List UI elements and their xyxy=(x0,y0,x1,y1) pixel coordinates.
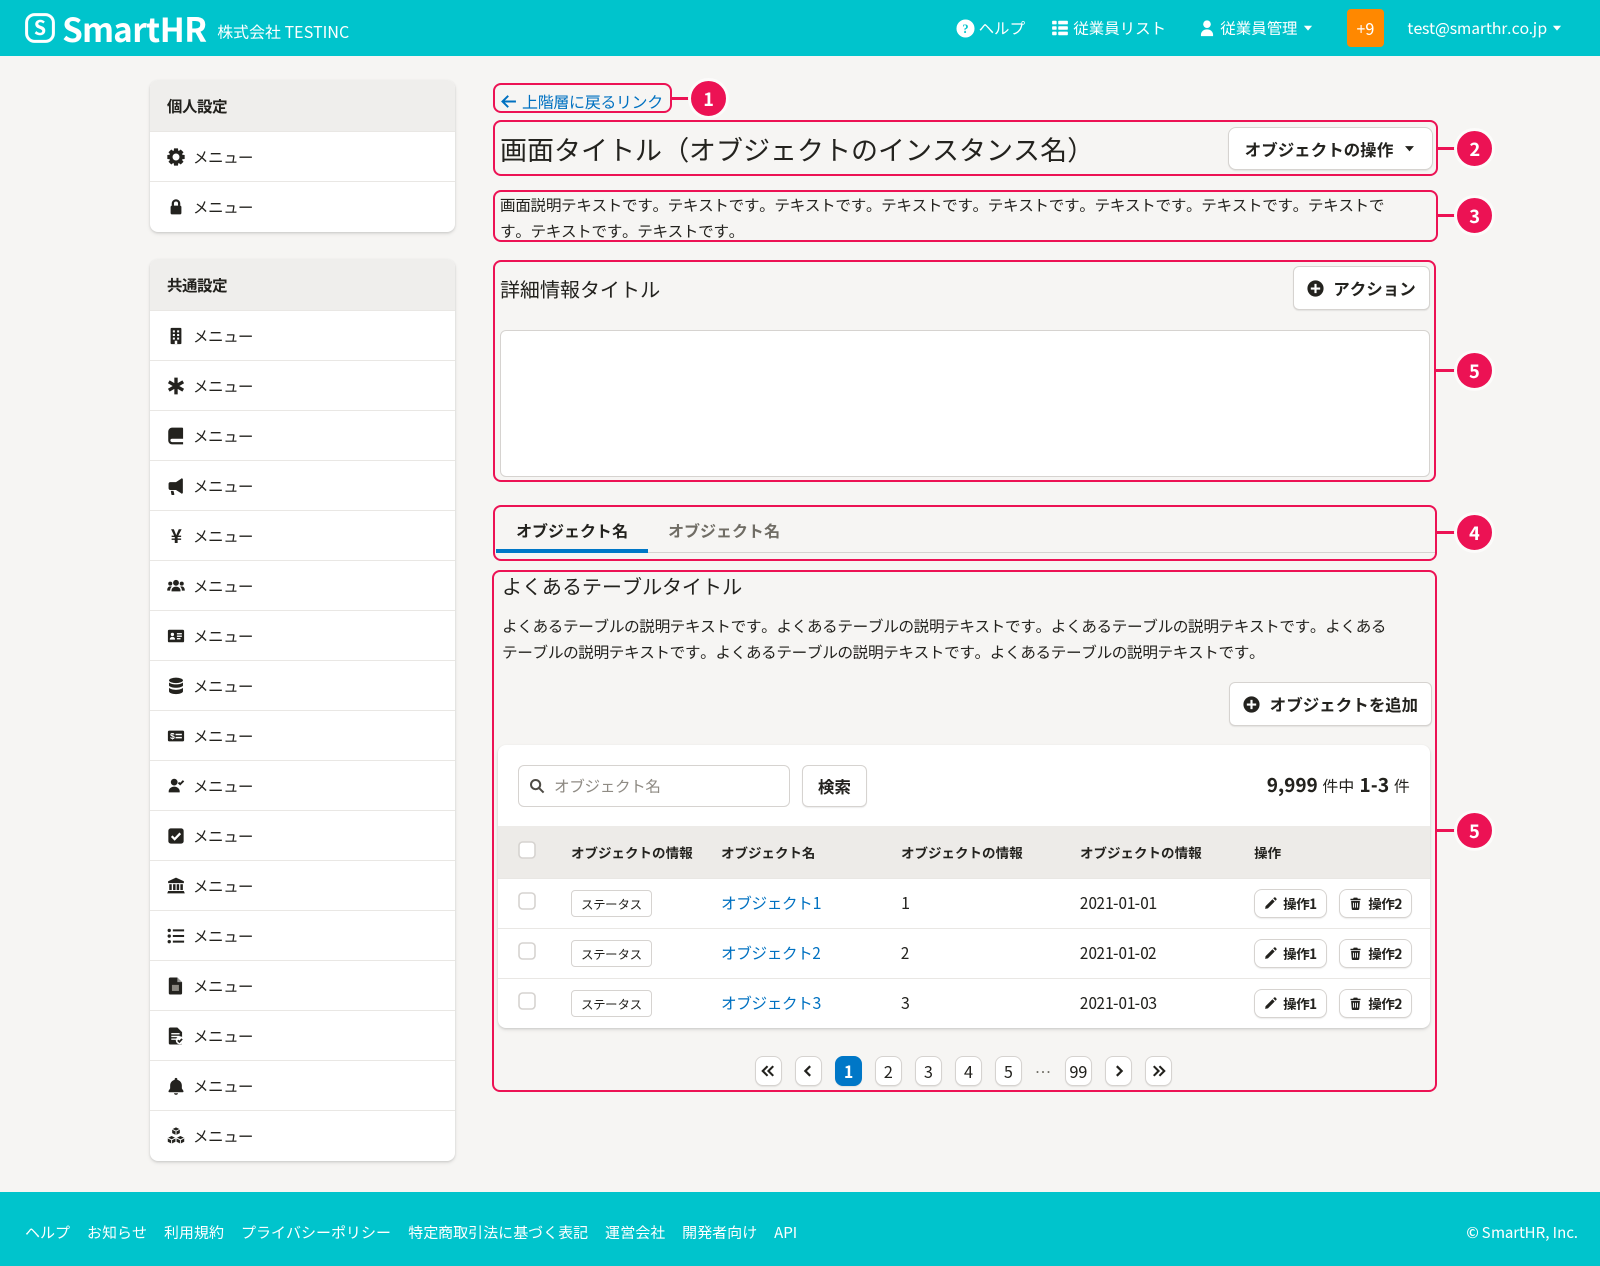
svg-text:S: S xyxy=(34,13,46,41)
svg-text:?: ? xyxy=(962,19,968,37)
